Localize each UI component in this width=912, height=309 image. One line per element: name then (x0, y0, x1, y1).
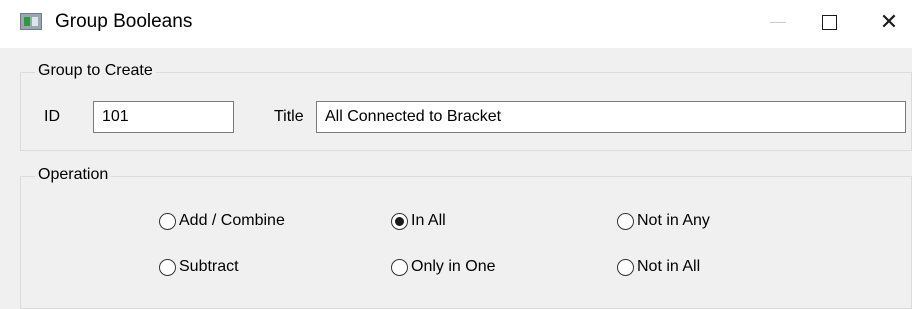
minimize-icon (770, 21, 786, 23)
maximize-icon (821, 14, 837, 30)
radio-label: Add / Combine (179, 212, 285, 229)
close-icon: ✕ (879, 9, 899, 34)
id-label: ID (44, 108, 60, 125)
radio-subtract[interactable]: Subtract (159, 255, 239, 279)
title-field[interactable] (316, 101, 906, 133)
id-field[interactable] (93, 101, 234, 133)
radio-checked-icon (391, 212, 408, 230)
radio-circle-icon (617, 212, 634, 230)
radio-circle-icon (391, 258, 408, 276)
minimize-button[interactable] (755, 0, 801, 44)
radio-label: Not in Any (637, 212, 710, 229)
radio-not-in-all[interactable]: Not in All (617, 255, 700, 279)
app-icon (20, 13, 42, 30)
maximize-button[interactable] (806, 0, 852, 44)
radio-label: Only in One (411, 258, 496, 275)
radio-label: Not in All (637, 258, 701, 275)
radio-not-in-any[interactable]: Not in Any (617, 209, 710, 233)
title-bar: Group Booleans ✕ (0, 0, 912, 48)
title-label: Title (274, 108, 304, 125)
radio-in-all[interactable]: In All (391, 209, 446, 233)
radio-circle-icon (159, 258, 176, 276)
operation-box: Operation (20, 166, 912, 309)
radio-add-combine[interactable]: Add / Combine (159, 209, 285, 233)
group-to-create-legend: Group to Create (35, 62, 156, 80)
radio-only-in-one[interactable]: Only in One (391, 255, 495, 279)
radio-label: Subtract (179, 258, 239, 275)
radio-circle-icon (617, 258, 634, 276)
window-title: Group Booleans (55, 11, 193, 32)
operation-legend: Operation (35, 166, 112, 184)
close-button[interactable]: ✕ (866, 0, 912, 44)
radio-circle-icon (159, 212, 176, 230)
radio-label: In All (411, 212, 446, 229)
